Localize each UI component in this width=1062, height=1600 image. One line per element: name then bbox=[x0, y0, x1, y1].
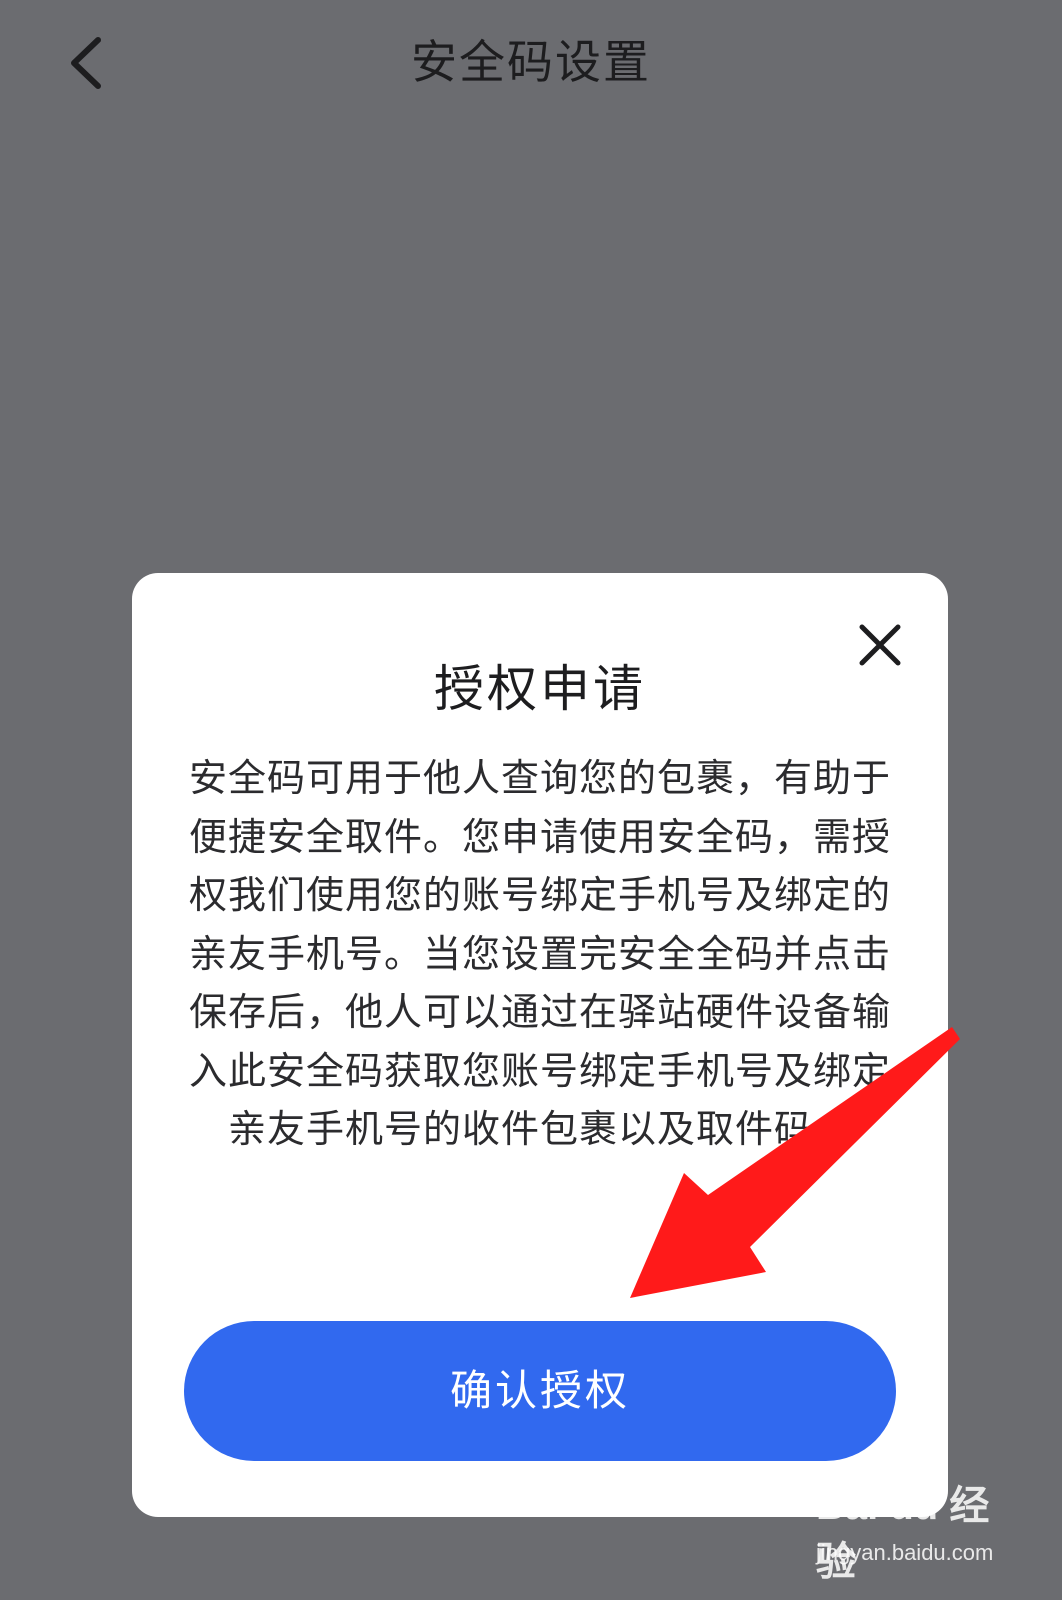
nav-bar: 安全码设置 bbox=[0, 0, 1062, 126]
dialog-title: 授权申请 bbox=[434, 660, 646, 718]
watermark-url: jingyan.baidu.com bbox=[816, 1540, 994, 1565]
watermark: Bai du 经验 jingyan.baidu.com bbox=[812, 1478, 1012, 1588]
page-title: 安全码设置 bbox=[411, 35, 651, 89]
authorization-dialog: 授权申请 安全码可用于他人查询您的包裹，有助于便捷安全取件。您申请使用安全码，需… bbox=[132, 573, 948, 1517]
confirm-authorization-button[interactable]: 确认授权 bbox=[184, 1321, 896, 1461]
watermark-logo: Bai du 经验 bbox=[816, 1484, 990, 1584]
dialog-body-text: 安全码可用于他人查询您的包裹，有助于便捷安全取件。您申请使用安全码，需授权我们使… bbox=[188, 756, 891, 1151]
